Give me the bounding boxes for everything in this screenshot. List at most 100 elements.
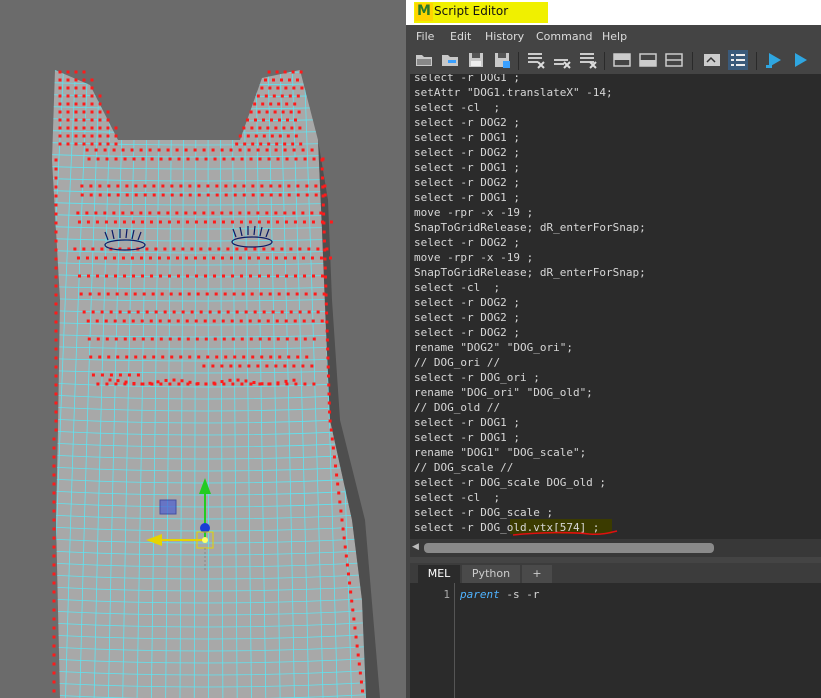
vertex	[246, 118, 249, 122]
execute-all-icon[interactable]	[764, 50, 784, 70]
vertex	[336, 482, 340, 486]
vertex	[170, 184, 174, 188]
vertex	[345, 563, 349, 567]
scrollbar-thumb[interactable]	[424, 543, 714, 553]
vertex	[74, 118, 78, 122]
menu-history[interactable]: History	[485, 30, 524, 43]
vertex	[148, 211, 152, 215]
vertex	[121, 148, 125, 152]
dog-mesh-canvas[interactable]	[0, 0, 406, 698]
vertex	[168, 274, 172, 278]
vertex	[213, 157, 217, 161]
vertex	[294, 157, 298, 161]
history-line: // DOG_ori //	[414, 356, 501, 369]
vertex	[89, 184, 93, 188]
vertex	[150, 157, 154, 161]
vertex	[301, 364, 305, 368]
vertex	[123, 157, 127, 161]
clear-input-icon[interactable]	[552, 50, 572, 70]
clear-history-icon[interactable]	[526, 50, 546, 70]
vertex	[284, 86, 288, 90]
tab-python[interactable]: Python	[462, 565, 520, 583]
show-both-icon[interactable]	[664, 50, 684, 70]
vertex	[98, 126, 102, 130]
menu-edit[interactable]: Edit	[450, 30, 471, 43]
vertex	[80, 193, 84, 197]
menu-file[interactable]: File	[416, 30, 434, 43]
title-bar[interactable]: M Script Editor	[406, 0, 821, 25]
line-numbers-icon[interactable]	[728, 50, 748, 70]
history-line: select -r DOG1 ;	[414, 74, 520, 84]
tab-mel[interactable]: MEL	[418, 565, 460, 583]
save-script-to-shelf-icon[interactable]	[492, 50, 512, 70]
menu-help[interactable]: Help	[602, 30, 627, 43]
vertex	[226, 247, 230, 251]
vertex	[52, 689, 56, 693]
vertex	[252, 381, 256, 385]
vertex	[249, 274, 253, 278]
vertex	[269, 102, 273, 106]
vertex	[313, 292, 317, 296]
horizontal-scrollbar[interactable]: ◀	[410, 539, 821, 557]
vertex	[293, 319, 297, 323]
vertex	[296, 78, 299, 82]
vertex	[215, 355, 219, 359]
vertex	[87, 274, 91, 278]
vertex	[302, 220, 306, 224]
menu-command[interactable]: Command	[536, 30, 593, 43]
vertex	[267, 157, 271, 161]
show-history-icon[interactable]	[612, 50, 632, 70]
vertex	[66, 126, 70, 130]
history-line: select -r DOG1 ;	[414, 161, 520, 174]
vertex	[195, 337, 199, 341]
save-script-icon[interactable]	[466, 50, 486, 70]
tab-add[interactable]: +	[522, 565, 552, 583]
vertex	[77, 220, 81, 224]
vertex	[52, 563, 56, 567]
input-code[interactable]: parent -s -r	[460, 588, 540, 601]
vertex	[175, 148, 179, 152]
clear-all-icon[interactable]	[578, 50, 598, 70]
vertex	[194, 220, 198, 224]
vertex	[342, 536, 346, 540]
vertex	[262, 310, 266, 314]
viewport-3d[interactable]	[0, 0, 406, 698]
vertex	[220, 256, 224, 260]
vertex	[148, 381, 152, 385]
vertex	[85, 148, 89, 152]
vertex	[267, 142, 271, 146]
vertex	[163, 247, 167, 251]
history-line: select -r DOG2 ;	[414, 311, 520, 324]
execute-icon[interactable]	[790, 50, 810, 70]
vertex	[316, 247, 320, 251]
history-pane[interactable]: select -r DOG1 ; setAttr "DOG1.translateX…	[410, 74, 821, 539]
vertex	[240, 337, 244, 341]
vertex	[262, 134, 266, 138]
wire-line	[376, 60, 406, 698]
vertex	[76, 211, 80, 215]
show-input-icon[interactable]	[638, 50, 658, 70]
vertex	[141, 337, 145, 341]
vertex	[310, 211, 314, 215]
vertex	[54, 275, 58, 279]
vertex	[258, 337, 262, 341]
vertex	[98, 94, 102, 98]
echo-all-commands-icon[interactable]	[702, 50, 722, 70]
vertex	[267, 274, 271, 278]
vertex	[310, 364, 314, 368]
scroll-left-icon[interactable]: ◀	[412, 542, 419, 552]
vertex	[314, 193, 318, 197]
menu-bar: File Edit History Command Help	[406, 25, 821, 47]
vertex	[107, 193, 111, 197]
history-line: select -cl ;	[414, 281, 501, 294]
vertex	[152, 355, 156, 359]
vertex	[256, 211, 260, 215]
vertex	[151, 292, 155, 296]
vertex	[58, 86, 62, 90]
vertex	[179, 193, 183, 197]
vertex	[326, 365, 330, 369]
vertex	[105, 337, 109, 341]
input-pane[interactable]: 1 parent -s -r	[410, 583, 821, 698]
source-script-icon[interactable]	[440, 50, 460, 70]
open-script-icon[interactable]	[414, 50, 434, 70]
